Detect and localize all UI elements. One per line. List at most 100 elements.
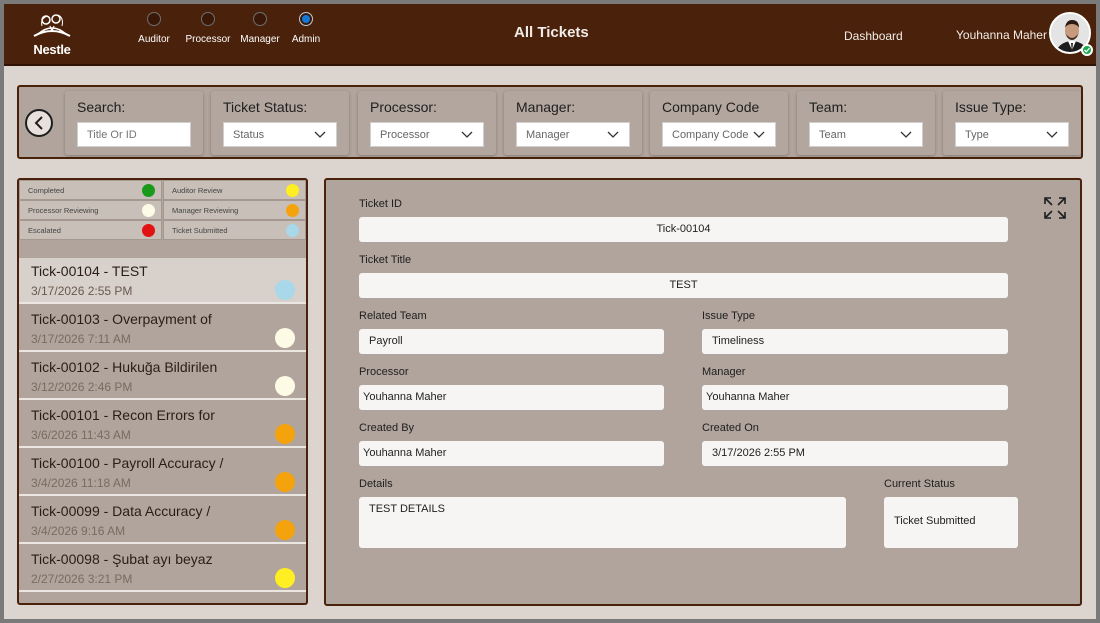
ticket-row[interactable]: Tick-00103 - Overpayment of 3/17/2026 7:… bbox=[19, 306, 306, 352]
role-admin[interactable]: Admin bbox=[286, 12, 326, 45]
ticket-id-label: Ticket ID bbox=[359, 198, 402, 210]
filter-company-code: Company Code Company Code bbox=[650, 91, 788, 155]
page-title: All Tickets bbox=[514, 24, 589, 41]
filter-label: Search: bbox=[77, 99, 126, 115]
filter-label: Team: bbox=[809, 99, 848, 115]
filter-bar: Search: Ticket Status: Status Processor:… bbox=[17, 85, 1083, 159]
current-status-label: Current Status bbox=[884, 478, 955, 490]
chevron-down-icon bbox=[461, 131, 473, 138]
created-on-label: Created On bbox=[702, 422, 759, 434]
dashboard-link[interactable]: Dashboard bbox=[844, 29, 903, 43]
manager-dropdown[interactable]: Manager bbox=[516, 122, 630, 147]
status-dot-icon bbox=[275, 568, 295, 588]
related-team-field: Payroll bbox=[359, 329, 664, 354]
legend-label: Manager Reviewing bbox=[172, 206, 239, 215]
ticket-title-label: Ticket Title bbox=[359, 254, 412, 266]
radio-icon[interactable] bbox=[201, 12, 215, 26]
status-dot-icon bbox=[275, 376, 295, 396]
ticket-title: Tick-00102 - Hukuğa Bildirilen bbox=[31, 359, 218, 375]
legend-item: Manager Reviewing bbox=[163, 200, 306, 220]
radio-icon[interactable] bbox=[253, 12, 267, 26]
user-name: Youhanna Maher bbox=[956, 28, 1047, 42]
related-team-label: Related Team bbox=[359, 310, 427, 322]
company-code-dropdown[interactable]: Company Code bbox=[662, 122, 776, 147]
chevron-down-icon bbox=[753, 131, 765, 138]
ticket-row[interactable]: Tick-00102 - Hukuğa Bildirilen 3/12/2026… bbox=[19, 354, 306, 400]
manager-field: Youhanna Maher bbox=[702, 385, 1008, 410]
processor-label: Processor bbox=[359, 366, 409, 378]
dropdown-value: Processor bbox=[380, 129, 430, 141]
ticket-date: 2/27/2026 3:21 PM bbox=[31, 572, 133, 586]
role-manager[interactable]: Manager bbox=[236, 12, 284, 45]
chevron-down-icon bbox=[900, 131, 912, 138]
ticket-title: Tick-00099 - Data Accuracy / bbox=[31, 503, 211, 519]
role-label: Manager bbox=[240, 34, 280, 45]
ticket-date: 3/17/2026 2:55 PM bbox=[31, 284, 133, 298]
status-dot-icon bbox=[286, 224, 299, 237]
filter-label: Ticket Status: bbox=[223, 99, 308, 115]
back-button[interactable] bbox=[25, 109, 53, 137]
ticket-row[interactable]: Tick-00098 - Şubat ayı beyaz 2/27/2026 3… bbox=[19, 546, 306, 592]
status-dot-icon bbox=[275, 328, 295, 348]
legend-label: Ticket Submitted bbox=[172, 226, 228, 235]
radio-selected-icon[interactable] bbox=[299, 12, 313, 26]
ticket-row[interactable]: Tick-00100 - Payroll Accuracy / 3/4/2026… bbox=[19, 450, 306, 496]
status-dot-icon bbox=[275, 520, 295, 540]
legend-label: Completed bbox=[28, 186, 65, 195]
ticket-date: 3/12/2026 2:46 PM bbox=[31, 380, 133, 394]
role-processor[interactable]: Processor bbox=[182, 12, 234, 45]
app-window: Nestle Auditor Processor Manager Admin A… bbox=[4, 4, 1096, 619]
filter-label: Company Code bbox=[662, 99, 760, 115]
processor-field: Youhanna Maher bbox=[359, 385, 664, 410]
ticket-date: 3/4/2026 11:18 AM bbox=[31, 476, 131, 490]
team-dropdown[interactable]: Team bbox=[809, 122, 923, 147]
status-dropdown[interactable]: Status bbox=[223, 122, 337, 147]
status-dot-icon bbox=[286, 204, 299, 217]
ticket-title: Tick-00098 - Şubat ayı beyaz bbox=[31, 551, 213, 567]
legend-label: Processor Reviewing bbox=[28, 206, 99, 215]
legend-item: Completed bbox=[19, 180, 162, 200]
back-arrow-icon bbox=[34, 116, 43, 130]
manager-label: Manager bbox=[702, 366, 746, 378]
ticket-title-field: TEST bbox=[359, 273, 1008, 298]
nest-logo-icon bbox=[33, 14, 71, 37]
ticket-id-field: Tick-00104 bbox=[359, 217, 1008, 242]
legend-item: Ticket Submitted bbox=[163, 220, 306, 240]
role-label: Auditor bbox=[138, 34, 170, 45]
legend-label: Auditor Review bbox=[172, 186, 223, 195]
legend-item: Escalated bbox=[19, 220, 162, 240]
filter-label: Processor: bbox=[370, 99, 437, 115]
radio-icon[interactable] bbox=[147, 12, 161, 26]
created-on-field: 3/17/2026 2:55 PM bbox=[702, 441, 1008, 466]
search-input[interactable] bbox=[77, 122, 191, 147]
status-legend: Completed Auditor Review Processor Revie… bbox=[19, 180, 306, 246]
top-bar: Nestle Auditor Processor Manager Admin A… bbox=[4, 4, 1096, 66]
ticket-title: Tick-00104 - TEST bbox=[31, 263, 148, 279]
role-auditor[interactable]: Auditor bbox=[132, 12, 176, 45]
legend-label: Escalated bbox=[28, 226, 61, 235]
filter-search: Search: bbox=[65, 91, 203, 155]
filter-processor: Processor: Processor bbox=[358, 91, 496, 155]
status-dot-icon bbox=[142, 224, 155, 237]
status-dot-icon bbox=[142, 204, 155, 217]
expand-icon[interactable] bbox=[1043, 196, 1067, 220]
details-field: TEST DETAILS bbox=[359, 497, 846, 548]
status-dot-icon bbox=[275, 280, 295, 300]
ticket-title: Tick-00101 - Recon Errors for bbox=[31, 407, 215, 423]
issue-type-field: Timeliness bbox=[702, 329, 1008, 354]
ticket-date: 3/17/2026 7:11 AM bbox=[31, 332, 131, 346]
issue-type-dropdown[interactable]: Type bbox=[955, 122, 1069, 147]
ticket-row[interactable]: Tick-00104 - TEST 3/17/2026 2:55 PM bbox=[19, 258, 306, 304]
processor-dropdown[interactable]: Processor bbox=[370, 122, 484, 147]
filter-manager: Manager: Manager bbox=[504, 91, 642, 155]
ticket-row[interactable]: Tick-00099 - Data Accuracy / 3/4/2026 9:… bbox=[19, 498, 306, 544]
filter-status: Ticket Status: Status bbox=[211, 91, 349, 155]
chevron-down-icon bbox=[607, 131, 619, 138]
ticket-row[interactable]: Tick-00101 - Recon Errors for 3/6/2026 1… bbox=[19, 402, 306, 448]
current-status-field: Ticket Submitted bbox=[884, 497, 1018, 548]
company-logo: Nestle bbox=[28, 12, 76, 58]
role-label: Admin bbox=[291, 34, 321, 45]
details-label: Details bbox=[359, 478, 393, 490]
online-status-icon bbox=[1081, 44, 1093, 56]
filter-team: Team: Team bbox=[797, 91, 935, 155]
